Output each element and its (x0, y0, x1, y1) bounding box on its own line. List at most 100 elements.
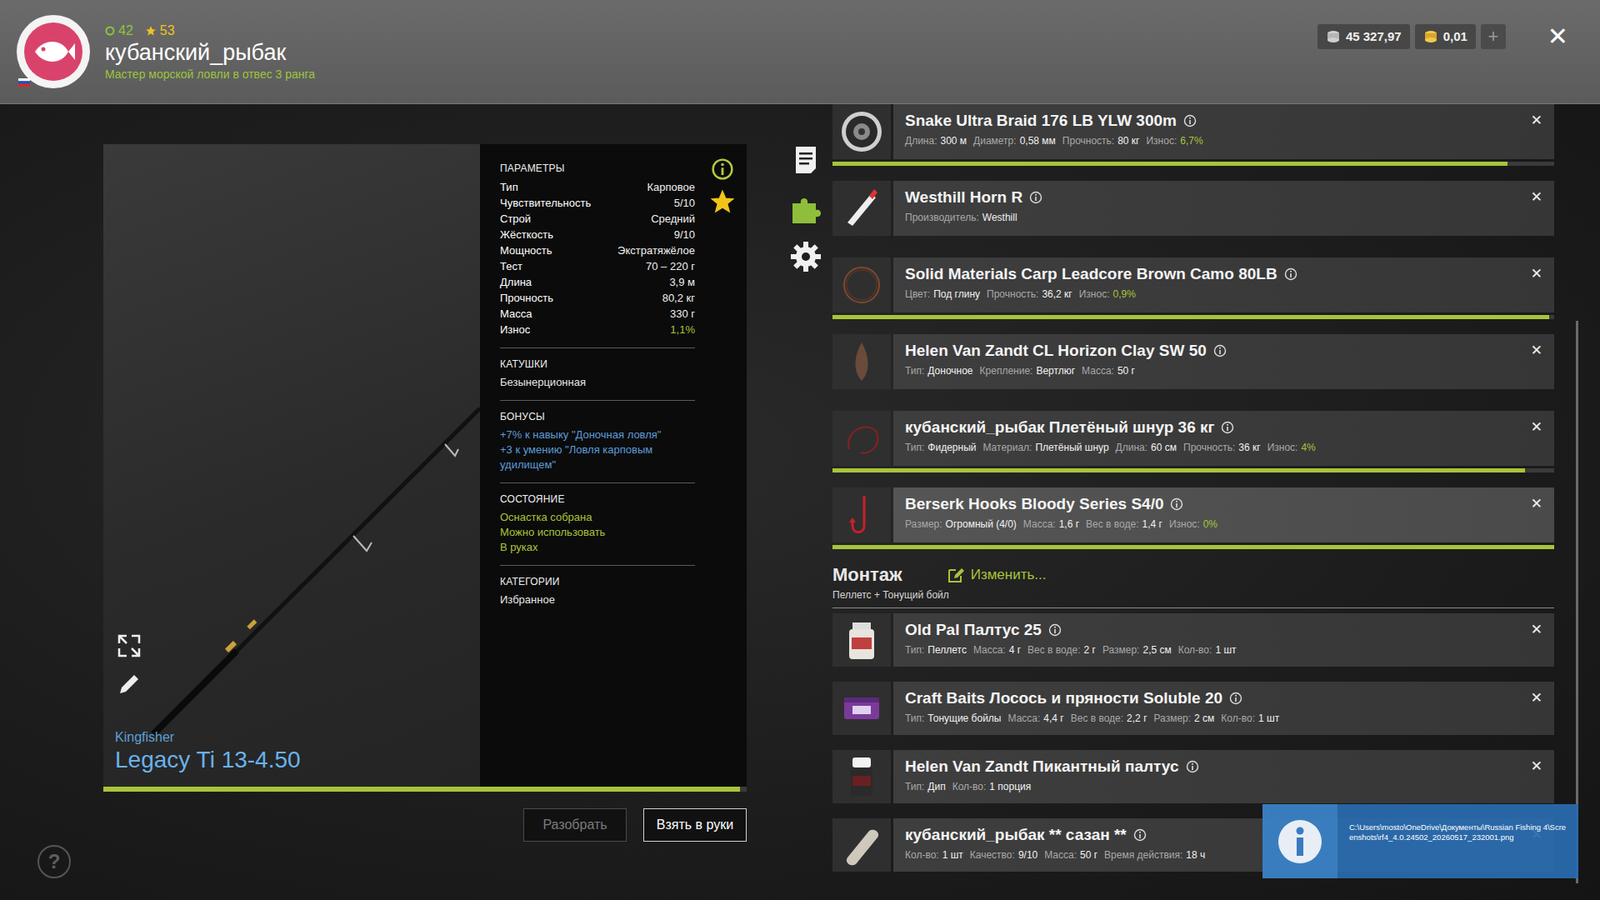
float-icon (839, 185, 885, 231)
info-icon[interactable] (1213, 344, 1227, 358)
stats-section: ПАРАМЕТРЫТипКарповоеЧувствительность5/10… (500, 162, 695, 349)
item-info[interactable]: Old Pal Палтус 25Тип:ПеллетсМасса:4 гВес… (893, 613, 1555, 667)
item-property: Прочность:80 кг (1062, 135, 1140, 147)
info-icon[interactable] (1170, 497, 1184, 511)
item-info[interactable]: кубанский_рыбак Плетёный шнур 36 кг Тип:Ф… (893, 410, 1555, 466)
wear-bar (832, 161, 1555, 166)
item-property: Кол-во:1 шт (905, 849, 964, 861)
item-property: Длина:60 см (1115, 441, 1177, 454)
document-icon (790, 145, 821, 175)
section-line: Оснастка собрана (500, 510, 695, 525)
equipment-item: Westhill Horn RПроизводитель:Westhill✕ (832, 180, 1555, 243)
help-button[interactable]: ? (37, 845, 71, 879)
item-name: кубанский_рыбак Плетёный шнур 36 кг (905, 418, 1530, 437)
action-button: Разобрать (523, 808, 627, 842)
item-property: Материал:Плетёный шнур (982, 441, 1109, 454)
rename-button[interactable] (116, 671, 142, 697)
item-properties: Тип:ПеллетсМасса:4 гВес в воде:2 гРазмер… (905, 644, 1530, 656)
item-property: Размер:2 см (1154, 712, 1215, 725)
item-property: Тип:Пеллетс (905, 644, 967, 656)
item-info[interactable]: Solid Materials Carp Leadcore Brown Camo… (893, 257, 1555, 313)
remove-button[interactable]: ✕ (1529, 341, 1545, 359)
equipment-item: Snake Ultra Braid 176 LB YLW 300m Длина:3… (832, 104, 1555, 166)
param-row: Жёсткость9/10 (500, 226, 695, 243)
remove-button[interactable]: ✕ (1529, 495, 1545, 512)
rod-card: KingfisherLegacy Ti 13-4.50ПАРАМЕТРЫТипК… (103, 144, 747, 787)
equipment-item: Helen Van Zandt Пикантный палтусТип:ДипК… (832, 750, 1555, 804)
info-icon[interactable] (1183, 114, 1197, 128)
item-property: Масса:4 г (973, 644, 1021, 656)
stats-section: КАТЕГОРИИИзбранное (500, 565, 695, 618)
item-property: Прочность:36,2 кг (986, 288, 1073, 300)
item-property: Диаметр:0,58 мм (973, 135, 1056, 147)
screenshot-notification: C:\Users\mosto\OneDrive\Документы\Russia… (1262, 804, 1579, 879)
info-icon[interactable] (1048, 623, 1062, 637)
expand-button[interactable] (116, 633, 142, 659)
item-thumbnail (832, 410, 891, 466)
side-tab[interactable] (788, 142, 824, 180)
item-info[interactable]: Berserk Hooks Bloody Series S4/0Размер:О… (893, 487, 1555, 543)
circle-icon (105, 25, 115, 36)
item-name: Old Pal Палтус 25 (905, 620, 1530, 640)
item-property: Вес в воде:1,4 г (1085, 518, 1163, 530)
avatar[interactable] (16, 15, 90, 89)
info-icon[interactable] (1029, 190, 1043, 205)
section-line: Безынерционная (500, 375, 695, 390)
favorite-star-icon[interactable] (710, 189, 735, 215)
item-thumbnail (832, 104, 891, 160)
sinker-icon (839, 339, 885, 385)
section-line: Избранное (500, 592, 695, 608)
info-icon[interactable] (1133, 828, 1147, 842)
remove-button[interactable]: ✕ (1529, 757, 1545, 775)
item-properties: Цвет:Под глинуПрочность:36,2 кгИзнос:0,9… (905, 288, 1530, 300)
section-line: В руках (500, 540, 695, 555)
tackle-list: Snake Ultra Braid 176 LB YLW 300m Длина:3… (832, 104, 1555, 900)
info-icon[interactable] (1284, 267, 1298, 281)
edit-montage-button[interactable]: Изменить... (947, 566, 1047, 584)
star-points: 53 (145, 23, 175, 39)
remove-button[interactable]: ✕ (1529, 188, 1545, 205)
item-info[interactable]: Craft Baits Лосось и пряности Soluble 20… (893, 681, 1555, 735)
dip-bottle-icon (839, 754, 885, 800)
action-button[interactable]: Взять в руки (643, 808, 747, 842)
item-info[interactable]: Helen Van Zandt CL Horizon Clay SW 50Тип… (893, 334, 1555, 390)
puzzle-icon (789, 191, 823, 225)
boilie-tub-icon (839, 685, 885, 731)
param-row: Износ1,1% (500, 321, 695, 338)
fish-logo-icon (31, 36, 75, 67)
item-info[interactable]: Westhill Horn RПроизводитель:Westhill✕ (893, 180, 1555, 236)
item-properties: Тип:ДоночноеКрепление:ВертлюгМасса:50 г (905, 365, 1530, 377)
item-property: Износ:0% (1169, 518, 1218, 530)
edit-icon (947, 566, 966, 584)
remove-button[interactable]: ✕ (1529, 418, 1545, 435)
item-properties: Тип:ФидерныйМатериал:Плетёный шнурДлина:… (905, 441, 1530, 454)
item-property: Время действия:18 ч (1104, 849, 1205, 861)
item-property: Длина:300 м (905, 135, 967, 147)
item-name: Solid Materials Carp Leadcore Brown Camo… (905, 265, 1530, 284)
item-name: Snake Ultra Braid 176 LB YLW 300m (905, 111, 1530, 130)
param-row: СтройСредний (500, 210, 695, 227)
item-property: Масса:50 г (1044, 849, 1098, 861)
close-button[interactable]: ✕ (1544, 21, 1572, 51)
item-info[interactable]: Snake Ultra Braid 176 LB YLW 300m Длина:3… (893, 104, 1555, 160)
gear-icon (789, 240, 823, 274)
remove-button[interactable]: ✕ (1529, 689, 1545, 706)
side-tab[interactable] (788, 239, 824, 276)
info-icon[interactable] (1185, 760, 1200, 774)
info-icon[interactable] (710, 157, 735, 181)
side-tab[interactable] (788, 190, 824, 228)
side-tabs (788, 104, 833, 900)
section-line: +3 к умению "Ловля карповым удилищем" (500, 442, 695, 473)
item-info[interactable]: Helen Van Zandt Пикантный палтусТип:ДипК… (893, 750, 1555, 804)
item-properties: Длина:300 м Диаметр:0,58 мм Прочность:80 к… (905, 135, 1530, 147)
remove-button[interactable]: ✕ (1529, 265, 1545, 282)
info-icon[interactable] (1220, 420, 1235, 435)
scrollbar[interactable] (1575, 320, 1579, 884)
item-property: Размер:Огромный (4/0) (905, 518, 1017, 530)
info-icon[interactable] (1229, 691, 1243, 705)
rod-wear-bar (103, 786, 747, 792)
remove-button[interactable]: ✕ (1529, 620, 1545, 638)
remove-button[interactable]: ✕ (1529, 111, 1545, 129)
item-property: Масса:50 г (1081, 365, 1135, 377)
add-currency-button[interactable]: + (1480, 24, 1506, 50)
